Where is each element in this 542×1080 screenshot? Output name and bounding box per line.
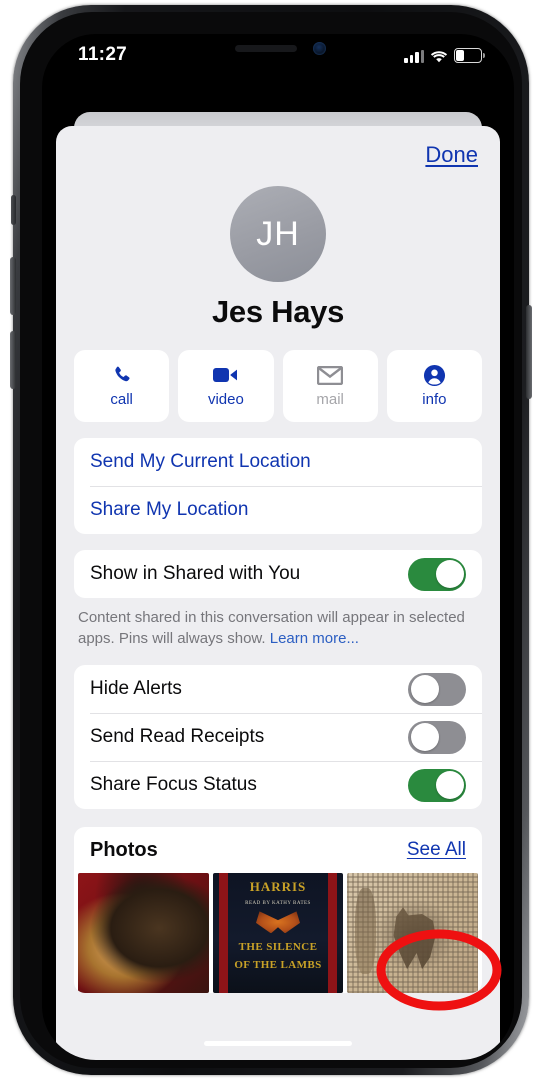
- share-focus-status-row[interactable]: Share Focus Status: [74, 761, 482, 809]
- sheet-scroll-area[interactable]: Done JH Jes Hays call video mail info Se…: [56, 126, 500, 1060]
- settings-group: Hide Alerts Send Read Receipts Share Foc…: [74, 665, 482, 810]
- volume-up-button[interactable]: [10, 257, 16, 315]
- location-group: Send My Current Location Share My Locati…: [74, 438, 482, 534]
- power-button[interactable]: [526, 305, 532, 399]
- video-button[interactable]: video: [178, 350, 274, 422]
- mail-button-label: mail: [316, 391, 344, 408]
- call-button-label: call: [110, 391, 133, 408]
- earpiece-speaker-icon: [235, 45, 297, 52]
- hide-alerts-toggle[interactable]: [408, 672, 466, 706]
- person-circle-icon: [421, 364, 447, 386]
- photo-mosaic[interactable]: [347, 873, 479, 994]
- send-my-current-location-label: Send My Current Location: [90, 451, 311, 472]
- show-in-shared-with-you-row[interactable]: Show in Shared with You: [74, 550, 482, 598]
- avatar[interactable]: JH: [230, 186, 326, 282]
- moth-icon: [256, 911, 300, 934]
- show-in-shared-with-you-label: Show in Shared with You: [90, 563, 301, 584]
- send-read-receipts-toggle[interactable]: [408, 720, 466, 754]
- action-buttons-row: call video mail info: [74, 350, 482, 422]
- hide-alerts-label: Hide Alerts: [90, 678, 182, 700]
- share-focus-status-label: Share Focus Status: [90, 774, 257, 796]
- sheet-header: Done: [56, 126, 500, 190]
- phone-bezel: 11:27 Done JH Jes Hays call video mail i…: [20, 12, 522, 1068]
- shared-with-you-group: Show in Shared with You: [74, 550, 482, 598]
- cellular-bars-icon: [404, 50, 424, 63]
- contact-name: Jes Hays: [211, 294, 345, 329]
- contact-details-sheet: Done JH Jes Hays call video mail info Se…: [56, 126, 500, 1060]
- video-camera-icon: [212, 364, 239, 386]
- share-my-location-label: Share My Location: [90, 499, 249, 520]
- home-indicator[interactable]: [204, 1041, 352, 1046]
- learn-more-link[interactable]: Learn more...: [270, 630, 359, 647]
- photo-thumbnails: HARRIS READ BY KATHY BATES THE SILENCE O…: [74, 873, 482, 994]
- book-title-line1: THE SILENCE: [238, 941, 318, 954]
- volume-down-button[interactable]: [10, 331, 16, 389]
- battery-icon: [454, 48, 485, 63]
- book-title-line2: OF THE LAMBS: [234, 959, 322, 972]
- photo-dog[interactable]: [78, 873, 209, 994]
- phone-icon: [109, 364, 135, 386]
- book-author: HARRIS: [249, 879, 307, 895]
- avatar-initials: JH: [256, 214, 300, 253]
- front-camera-icon: [313, 42, 326, 55]
- see-all-button[interactable]: See All: [407, 839, 466, 861]
- share-focus-status-toggle[interactable]: [408, 768, 466, 802]
- call-button[interactable]: call: [74, 350, 170, 422]
- show-in-shared-with-you-toggle[interactable]: [408, 557, 466, 591]
- send-read-receipts-row[interactable]: Send Read Receipts: [74, 713, 482, 761]
- status-bar-time: 11:27: [78, 44, 128, 65]
- info-button-label: info: [422, 391, 447, 408]
- envelope-icon: [317, 364, 344, 386]
- done-button[interactable]: Done: [425, 142, 478, 168]
- mail-button: mail: [282, 350, 378, 422]
- status-bar-indicators: [404, 47, 485, 63]
- iphone-frame: 11:27 Done JH Jes Hays call video mail i…: [10, 5, 532, 1075]
- contact-header: JH Jes Hays: [56, 186, 500, 330]
- photos-section: Photos See All HARRIS READ BY KATHY BATE…: [74, 827, 482, 994]
- photos-title: Photos: [90, 838, 158, 861]
- silent-switch[interactable]: [11, 195, 16, 225]
- send-read-receipts-label: Send Read Receipts: [90, 726, 265, 748]
- shared-with-you-footnote: Content shared in this conversation will…: [78, 608, 478, 649]
- phone-screen: 11:27 Done JH Jes Hays call video mail i…: [42, 34, 514, 1060]
- book-narrator: READ BY KATHY BATES: [245, 901, 311, 907]
- photo-book-cover[interactable]: HARRIS READ BY KATHY BATES THE SILENCE O…: [212, 873, 344, 994]
- wifi-icon: [430, 50, 448, 63]
- send-my-current-location-row[interactable]: Send My Current Location: [74, 438, 482, 486]
- share-my-location-row[interactable]: Share My Location: [74, 486, 482, 534]
- info-button[interactable]: info: [386, 350, 482, 422]
- video-button-label: video: [207, 391, 244, 408]
- photos-header: Photos See All: [74, 827, 482, 873]
- hide-alerts-row[interactable]: Hide Alerts: [74, 665, 482, 713]
- notch: [185, 34, 371, 64]
- screenshot-stage: 11:27 Done JH Jes Hays call video mail i…: [0, 0, 542, 1080]
